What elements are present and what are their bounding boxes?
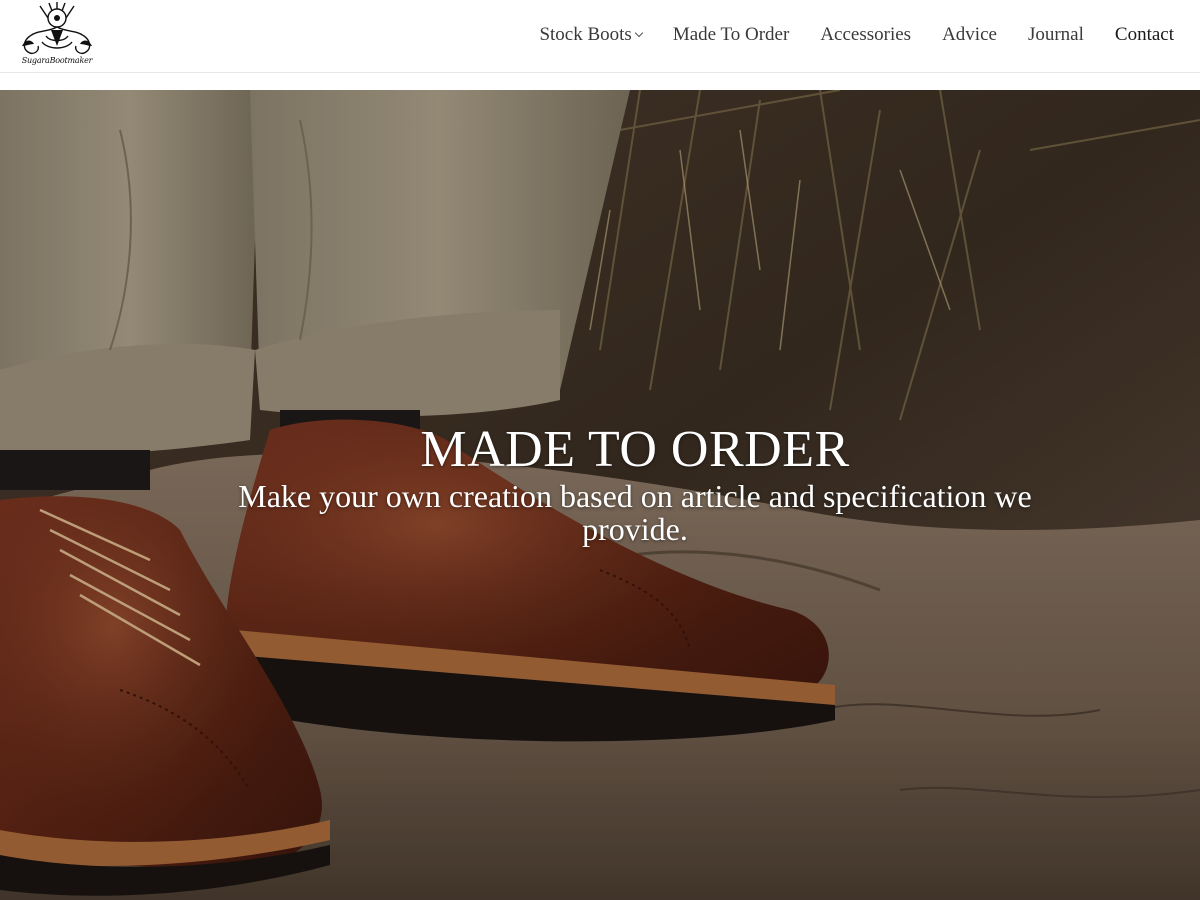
nav-item-made-to-order[interactable]: Made To Order [673,24,790,46]
nav-item-accessories[interactable]: Accessories [820,24,911,46]
nav-item-label: Advice [942,24,997,45]
nav-item-label: Stock Boots [539,24,632,45]
nav-item-contact[interactable]: Contact [1115,24,1174,46]
hero-banner: MADE TO ORDER Make your own creation bas… [0,90,1200,900]
nav-item-label: Made To Order [672,24,790,45]
brand-logo[interactable]: SugaraBootmaker [18,2,96,68]
hero-subtitle: Make your own creation based on article … [238,478,1032,547]
nav-item-label: Accessories [820,24,912,45]
nav-item-label: Contact [1114,24,1174,45]
nav-item-stock-boots[interactable]: Stock Boots [539,24,644,46]
site-header: SugaraBootmaker Stock Boots Made To Orde… [0,0,1200,73]
hero-title: MADE TO ORDER [420,421,850,478]
nav-item-label: Journal [1027,24,1084,45]
eagle-crest-logo-icon [22,2,92,55]
chevron-down-icon[interactable] [634,28,644,38]
brand-logo-text: SugaraBootmaker [21,56,93,65]
nav-item-journal[interactable]: Journal [1028,24,1084,46]
nav-item-advice[interactable]: Advice [942,24,997,46]
main-nav: Stock Boots Made To Order Accessories Ad… [539,24,1174,46]
